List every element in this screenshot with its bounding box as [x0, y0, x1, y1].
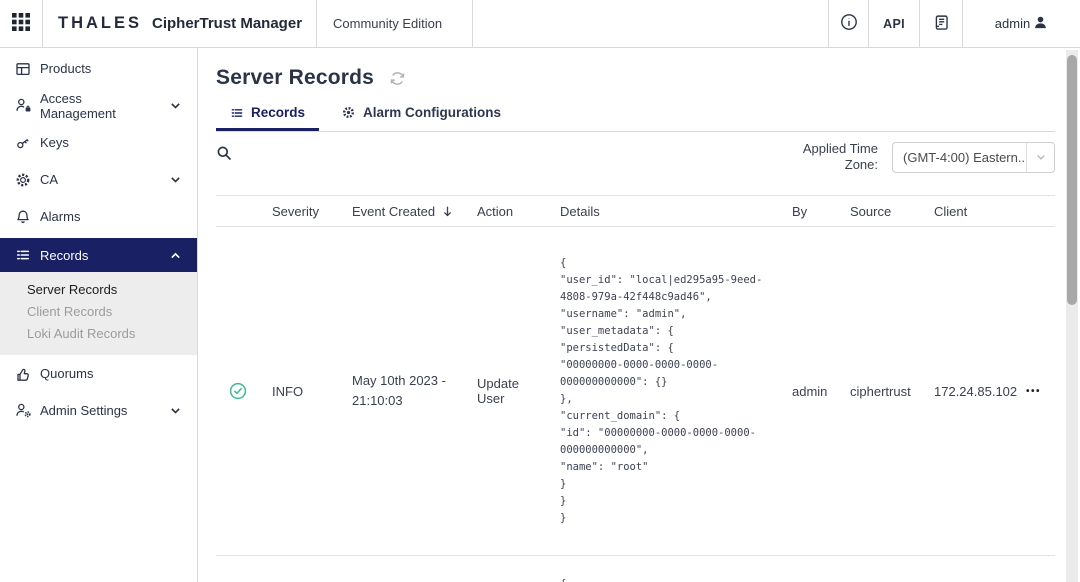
tab-alarm-configurations[interactable]: Alarm Configurations	[327, 99, 515, 131]
tab-records[interactable]: Records	[216, 99, 319, 131]
by-cell: admin	[780, 384, 838, 399]
applied-time-zone: Applied Time Zone: (GMT-4:00) Eastern...	[794, 141, 1055, 173]
refresh-icon	[389, 70, 406, 87]
column-event-created[interactable]: Event Created	[340, 204, 465, 219]
event-created-cell: May 10th 2023 - 21:10:03	[340, 371, 465, 411]
time-zone-value: (GMT-4:00) Eastern...	[893, 150, 1026, 165]
severity-success-icon	[216, 382, 260, 400]
submenu-item-loki-audit-records[interactable]: Loki Audit Records	[0, 323, 197, 345]
search-icon	[216, 145, 232, 161]
column-details: Details	[548, 204, 780, 219]
page-title: Server Records	[216, 66, 374, 90]
sidebar-item-label: Alarms	[40, 209, 80, 224]
header-divider	[472, 0, 473, 47]
sidebar-item-label: Products	[40, 61, 91, 76]
table-row[interactable]: { "user_id": "local|	[216, 556, 1055, 582]
sidebar-item-products[interactable]: Products	[0, 50, 197, 87]
thales-logo: THALES	[58, 14, 142, 33]
sidebar-item-keys[interactable]: Keys	[0, 124, 197, 161]
sidebar-item-ca[interactable]: CA	[0, 161, 197, 198]
user-gear-icon	[15, 402, 32, 419]
applied-time-zone-label: Applied Time Zone:	[794, 141, 878, 173]
row-actions-button[interactable]: •••	[1014, 386, 1055, 397]
column-severity: Severity	[260, 204, 340, 219]
sort-descending-icon	[441, 205, 454, 218]
tab-label: Records	[251, 105, 305, 120]
records-list-icon	[230, 106, 244, 120]
client-cell: 172.24.85.102	[922, 384, 1014, 399]
column-client: Client	[922, 204, 1014, 219]
info-icon	[840, 13, 858, 34]
edition-label: Community Edition	[317, 16, 458, 31]
sidebar-item-label: Records	[40, 248, 88, 263]
ciphertrust-manager-app: THALES CipherTrust Manager Community Edi…	[0, 0, 1080, 582]
sidebar-item-label: Quorums	[40, 366, 93, 381]
sidebar-item-label: CA	[40, 172, 58, 187]
docs-book-icon	[933, 14, 950, 34]
sidebar-item-admin-settings[interactable]: Admin Settings	[0, 392, 197, 429]
submenu-item-server-records[interactable]: Server Records	[0, 279, 197, 301]
products-icon	[15, 60, 32, 77]
sidebar-item-label: Admin Settings	[40, 403, 127, 418]
key-icon	[15, 134, 32, 151]
chevron-up-icon	[169, 249, 182, 262]
thumbs-up-icon	[15, 365, 32, 382]
source-cell: ciphertrust	[838, 384, 922, 399]
column-action: Action	[465, 204, 548, 219]
api-button[interactable]: API	[868, 0, 919, 47]
table-row[interactable]: INFO May 10th 2023 - 21:10:03 Update Use…	[216, 227, 1055, 556]
refresh-button[interactable]	[389, 70, 406, 87]
product-name: CipherTrust Manager	[152, 15, 302, 32]
tab-bar: Records Alarm Configurations	[216, 99, 1055, 132]
main-content: Server Records Records	[198, 48, 1080, 582]
severity-cell: INFO	[260, 384, 340, 399]
submenu-item-client-records[interactable]: Client Records	[0, 301, 197, 323]
sidebar-item-label: Keys	[40, 135, 69, 150]
gear-icon	[341, 105, 356, 120]
username-label: admin	[995, 16, 1030, 31]
sidebar: Products Access Management	[0, 48, 198, 582]
sidebar-item-label: Access Management	[40, 91, 161, 121]
records-submenu: Server Records Client Records Loki Audit…	[0, 272, 197, 355]
filter-row: Applied Time Zone: (GMT-4:00) Eastern...	[216, 132, 1055, 196]
details-cell: { "user_id": "local|	[548, 556, 780, 582]
search-button[interactable]	[216, 145, 232, 161]
certificate-seal-icon	[15, 171, 32, 188]
details-cell: { "user_id": "local|ed295a95-9eed- 4808-…	[548, 227, 780, 555]
chevron-down-icon	[1026, 143, 1054, 172]
column-label: Event Created	[352, 204, 435, 219]
brand-area: THALES CipherTrust Manager Community Edi…	[43, 0, 473, 47]
chevron-down-icon	[169, 99, 182, 112]
info-button[interactable]	[828, 0, 868, 47]
sidebar-item-alarms[interactable]: Alarms	[0, 198, 197, 235]
vertical-scrollbar-thumb[interactable]	[1067, 55, 1077, 305]
sidebar-item-access-management[interactable]: Access Management	[0, 87, 197, 124]
documentation-button[interactable]	[919, 0, 962, 47]
time-zone-select[interactable]: (GMT-4:00) Eastern...	[892, 142, 1055, 173]
user-menu-button[interactable]: admin	[962, 0, 1080, 47]
column-source: Source	[838, 204, 922, 219]
bell-icon	[15, 208, 32, 225]
chevron-down-icon	[169, 173, 182, 186]
sidebar-item-records[interactable]: Records	[0, 238, 197, 272]
records-list-icon	[15, 247, 32, 264]
app-header: THALES CipherTrust Manager Community Edi…	[0, 0, 1080, 48]
action-cell: Update User	[465, 376, 548, 406]
column-by: By	[780, 204, 838, 219]
user-avatar-icon	[1033, 15, 1048, 33]
chevron-down-icon	[169, 404, 182, 417]
table-header: Severity Event Created Action Details By…	[216, 196, 1055, 227]
app-grid-icon	[10, 10, 32, 37]
app-launcher-button[interactable]	[0, 0, 43, 47]
user-lock-icon	[15, 97, 32, 114]
vertical-scrollbar-track[interactable]	[1066, 50, 1078, 582]
header-actions: API admin	[828, 0, 1080, 47]
sidebar-item-quorums[interactable]: Quorums	[0, 355, 197, 392]
tab-label: Alarm Configurations	[363, 105, 501, 120]
